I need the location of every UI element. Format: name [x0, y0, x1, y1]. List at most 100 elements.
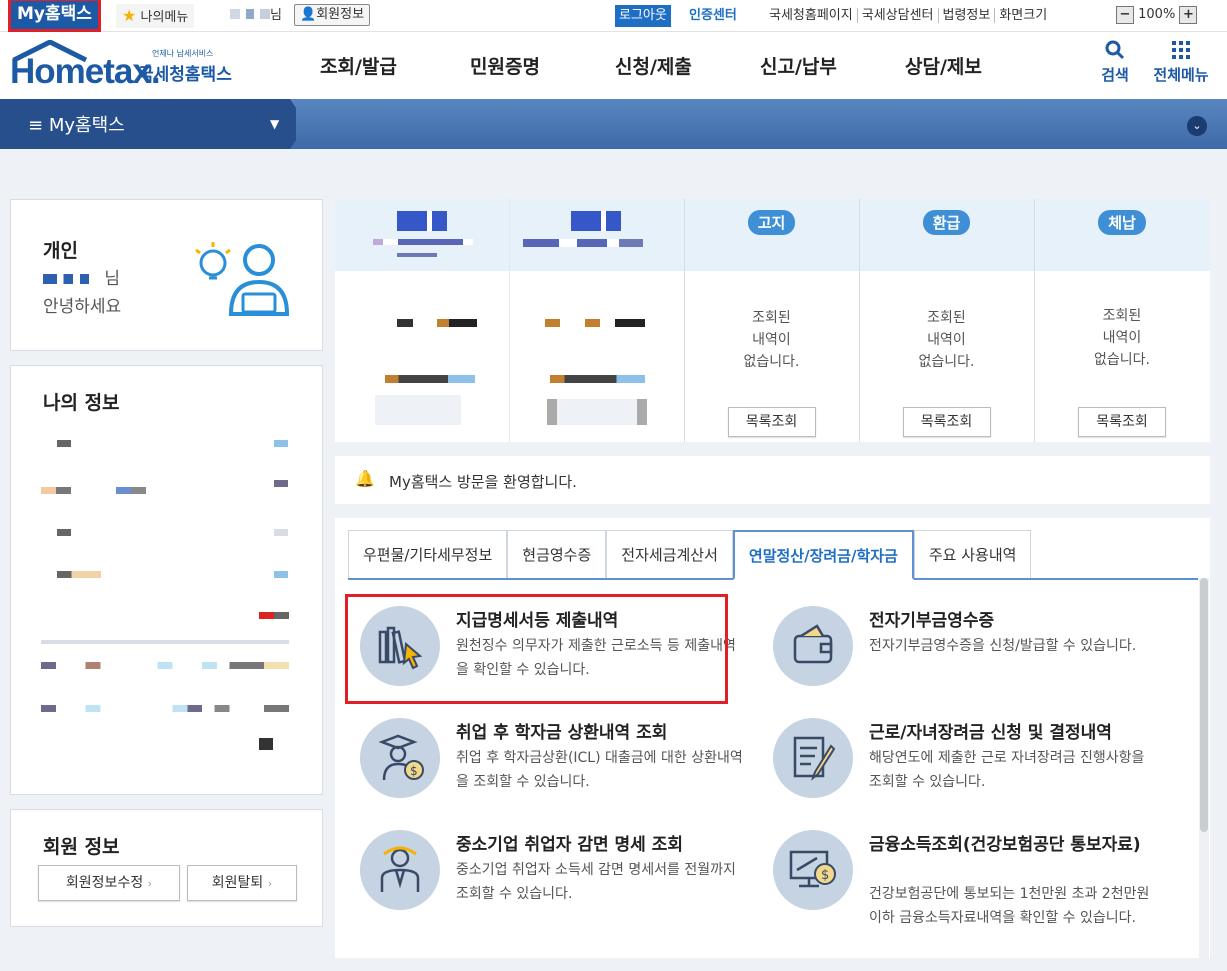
- screen-size-label: 화면크기: [999, 8, 1048, 23]
- chevron-right-icon: ›: [147, 877, 153, 890]
- service-financial-income[interactable]: $ 금융소득조회(건강보험공단 통보자료) 건강보험공단에 통보되는 1천만원 …: [773, 830, 1163, 958]
- chevron-down-icon: ⌄: [1192, 119, 1202, 132]
- profile-card: 개인 님 안녕하세요: [10, 199, 323, 351]
- welcome-notice: 🔔 My홈택스 방문을 환영합니다.: [335, 456, 1210, 504]
- person-idea-icon: [195, 242, 290, 316]
- tab-e-invoice[interactable]: 전자세금계산서: [606, 530, 733, 578]
- all-menu-label: 전체메뉴: [1153, 66, 1209, 84]
- service-tabs: 우편물/기타세무정보 현금영수증 전자세금계산서 연말정산/장려금/학자금 주요…: [348, 530, 1198, 580]
- service-title: 취업 후 학자금 상환내역 조회: [456, 723, 668, 743]
- search-button[interactable]: 검색: [1098, 40, 1132, 85]
- summary-card: 고지 조회된 내역이 없습니다. 목록조회 환급 조회된 내역이 없습니다. 목…: [335, 199, 1210, 442]
- arrears-badge: 체납: [1098, 210, 1146, 235]
- section-title-text: My홈택스: [48, 115, 125, 136]
- highlight-box: [345, 594, 728, 704]
- member-card: 회원 정보 회원정보수정 › 회원탈퇴 ›: [10, 809, 323, 927]
- logo-slogan: 언제나 납세서비스: [152, 49, 214, 58]
- zoom-in-button[interactable]: +: [1179, 5, 1198, 24]
- tab-year-end[interactable]: 연말정산/장려금/학자금: [732, 530, 914, 580]
- nav-apply[interactable]: 신청/제출: [615, 32, 760, 99]
- nav-report[interactable]: 신고/납부: [760, 32, 905, 99]
- monitor-coin-icon: $: [773, 830, 853, 910]
- notice-column: 고지 조회된 내역이 없습니다. 목록조회: [684, 199, 859, 442]
- nav-civil[interactable]: 민원증명: [470, 32, 615, 99]
- consult-center-link[interactable]: 국세상담센터: [857, 8, 939, 23]
- arrears-empty-text: 조회된 내역이 없습니다.: [1094, 308, 1150, 368]
- all-menu-button[interactable]: 전체메뉴: [1150, 40, 1212, 85]
- businessman-icon: [360, 830, 440, 910]
- service-work-incentive[interactable]: 근로/자녀장려금 신청 및 결정내역 해당연도에 제출한 근로 자녀장려금 진행…: [773, 718, 1163, 818]
- withdraw-button[interactable]: 회원탈퇴 ›: [187, 865, 297, 901]
- main-header: Hometax. 언제나 납세서비스 국세청홈택스 조회/발급 민원증명 신청/…: [0, 32, 1227, 99]
- section-title: ≡ My홈택스: [28, 111, 125, 137]
- nts-homepage-link[interactable]: 국세청홈페이지: [765, 8, 858, 23]
- scrollbar-track[interactable]: [1199, 578, 1209, 958]
- my-info-card: 나의 정보: [10, 365, 323, 795]
- zoom-out-button[interactable]: −: [1116, 5, 1134, 24]
- my-hometax-link[interactable]: My홈택스: [8, 0, 101, 32]
- service-desc: 취업 후 학자금상환(ICL) 대출금에 대한 상환내역을 조회할 수 있습니다…: [456, 750, 743, 790]
- top-links: 국세청홈페이지 국세상담센터 법령정보 화면크기: [765, 5, 1051, 27]
- profile-name: 님: [43, 264, 120, 289]
- my-menu-label: 나의메뉴: [140, 10, 189, 25]
- document-pen-icon: [773, 718, 853, 798]
- person-icon: 👤: [300, 7, 317, 22]
- chevron-right-icon: ›: [267, 877, 273, 890]
- zoom-control: − 100% +: [1116, 5, 1198, 25]
- welcome-text: My홈택스 방문을 환영합니다.: [389, 473, 577, 491]
- edit-member-button[interactable]: 회원정보수정 ›: [38, 865, 180, 901]
- notice-list-button[interactable]: 목록조회: [727, 407, 816, 437]
- collapse-button[interactable]: ⌄: [1187, 116, 1207, 136]
- arrears-column: 체납 조회된 내역이 없습니다. 목록조회: [1034, 199, 1210, 442]
- service-sme-reduction[interactable]: 중소기업 취업자 감면 명세 조회 중소기업 취업자 소득세 감면 명세서를 전…: [360, 830, 750, 930]
- member-info-label: 회원정보: [316, 7, 365, 22]
- arrears-list-button[interactable]: 목록조회: [1078, 407, 1166, 437]
- service-desc: 해당연도에 제출한 근로 자녀장려금 진행사항을 조회할 수 있습니다.: [869, 750, 1145, 790]
- profile-type: 개인: [43, 240, 78, 262]
- section-selector[interactable]: ≡ My홈택스 ▼: [0, 99, 296, 149]
- service-desc: 전자기부금영수증을 신청/발급할 수 있습니다.: [869, 638, 1137, 654]
- service-title: 근로/자녀장려금 신청 및 결정내역: [869, 723, 1112, 743]
- caret-down-icon: ▼: [270, 117, 280, 131]
- cert-center-link[interactable]: 인증센터: [689, 5, 737, 27]
- section-bar: ≡ My홈택스 ▼: [0, 99, 1227, 149]
- my-info-title: 나의 정보: [43, 392, 120, 414]
- notice-empty-text: 조회된 내역이 없습니다.: [743, 310, 800, 370]
- service-student-loan[interactable]: $ 취업 후 학자금 상환내역 조회 취업 후 학자금상환(ICL) 대출금에 …: [360, 718, 750, 818]
- refund-list-button[interactable]: 목록조회: [902, 407, 991, 437]
- top-utility-bar: My홈택스 ★ 나의메뉴 님 👤회원정보 로그아웃 인증센터 국세청홈페이지 국세…: [0, 0, 1227, 32]
- withdraw-label: 회원탈퇴: [211, 875, 264, 891]
- svg-text:$: $: [410, 764, 418, 778]
- refund-empty-text: 조회된 내역이 없습니다.: [918, 310, 975, 370]
- my-menu-button[interactable]: ★ 나의메뉴: [116, 4, 195, 28]
- logout-button[interactable]: 로그아웃: [615, 5, 671, 27]
- tab-mail[interactable]: 우편물/기타세무정보: [348, 530, 508, 578]
- refund-badge: 환급: [922, 210, 971, 235]
- refund-column: 환급 조회된 내역이 없습니다. 목록조회: [859, 199, 1034, 442]
- bell-icon: 🔔: [355, 469, 375, 488]
- service-desc: 건강보험공단에 통보되는 1천만원 초과 2천만원 이하 금융소득자료내역을 확…: [869, 886, 1150, 926]
- service-desc: 중소기업 취업자 소득세 감면 명세서를 전월까지 조회할 수 있습니다.: [456, 862, 736, 902]
- profile-greeting: 안녕하세요: [43, 297, 122, 317]
- service-title: 금융소득조회(건강보험공단 통보자료): [869, 835, 1141, 855]
- law-info-link[interactable]: 법령정보: [938, 8, 996, 23]
- tab-usage[interactable]: 주요 사용내역: [913, 530, 1032, 578]
- masked-username: [230, 9, 270, 19]
- grid-icon: [1172, 41, 1190, 59]
- profile-suffix: 님: [104, 269, 121, 289]
- hometax-logo[interactable]: Hometax. 언제나 납세서비스 국세청홈택스: [10, 38, 240, 92]
- user-suffix: 님: [270, 8, 282, 23]
- notice-badge: 고지: [747, 210, 796, 235]
- search-icon: [1105, 40, 1125, 60]
- service-donation-receipt[interactable]: 전자기부금영수증 전자기부금영수증을 신청/발급할 수 있습니다.: [773, 606, 1163, 706]
- service-title: 전자기부금영수증: [869, 611, 995, 631]
- tab-cash-receipt[interactable]: 현금영수증: [507, 530, 607, 578]
- nav-inquiry[interactable]: 조회/발급: [320, 32, 470, 99]
- member-info-button[interactable]: 👤회원정보: [294, 4, 371, 26]
- scrollbar-thumb[interactable]: [1200, 578, 1208, 832]
- main-nav: 조회/발급 민원증명 신청/제출 신고/납부 상담/제보: [320, 32, 1050, 99]
- member-title: 회원 정보: [43, 836, 120, 858]
- edit-member-label: 회원정보수정: [65, 875, 144, 891]
- star-icon: ★: [122, 6, 137, 25]
- nav-consult[interactable]: 상담/제보: [905, 32, 1050, 99]
